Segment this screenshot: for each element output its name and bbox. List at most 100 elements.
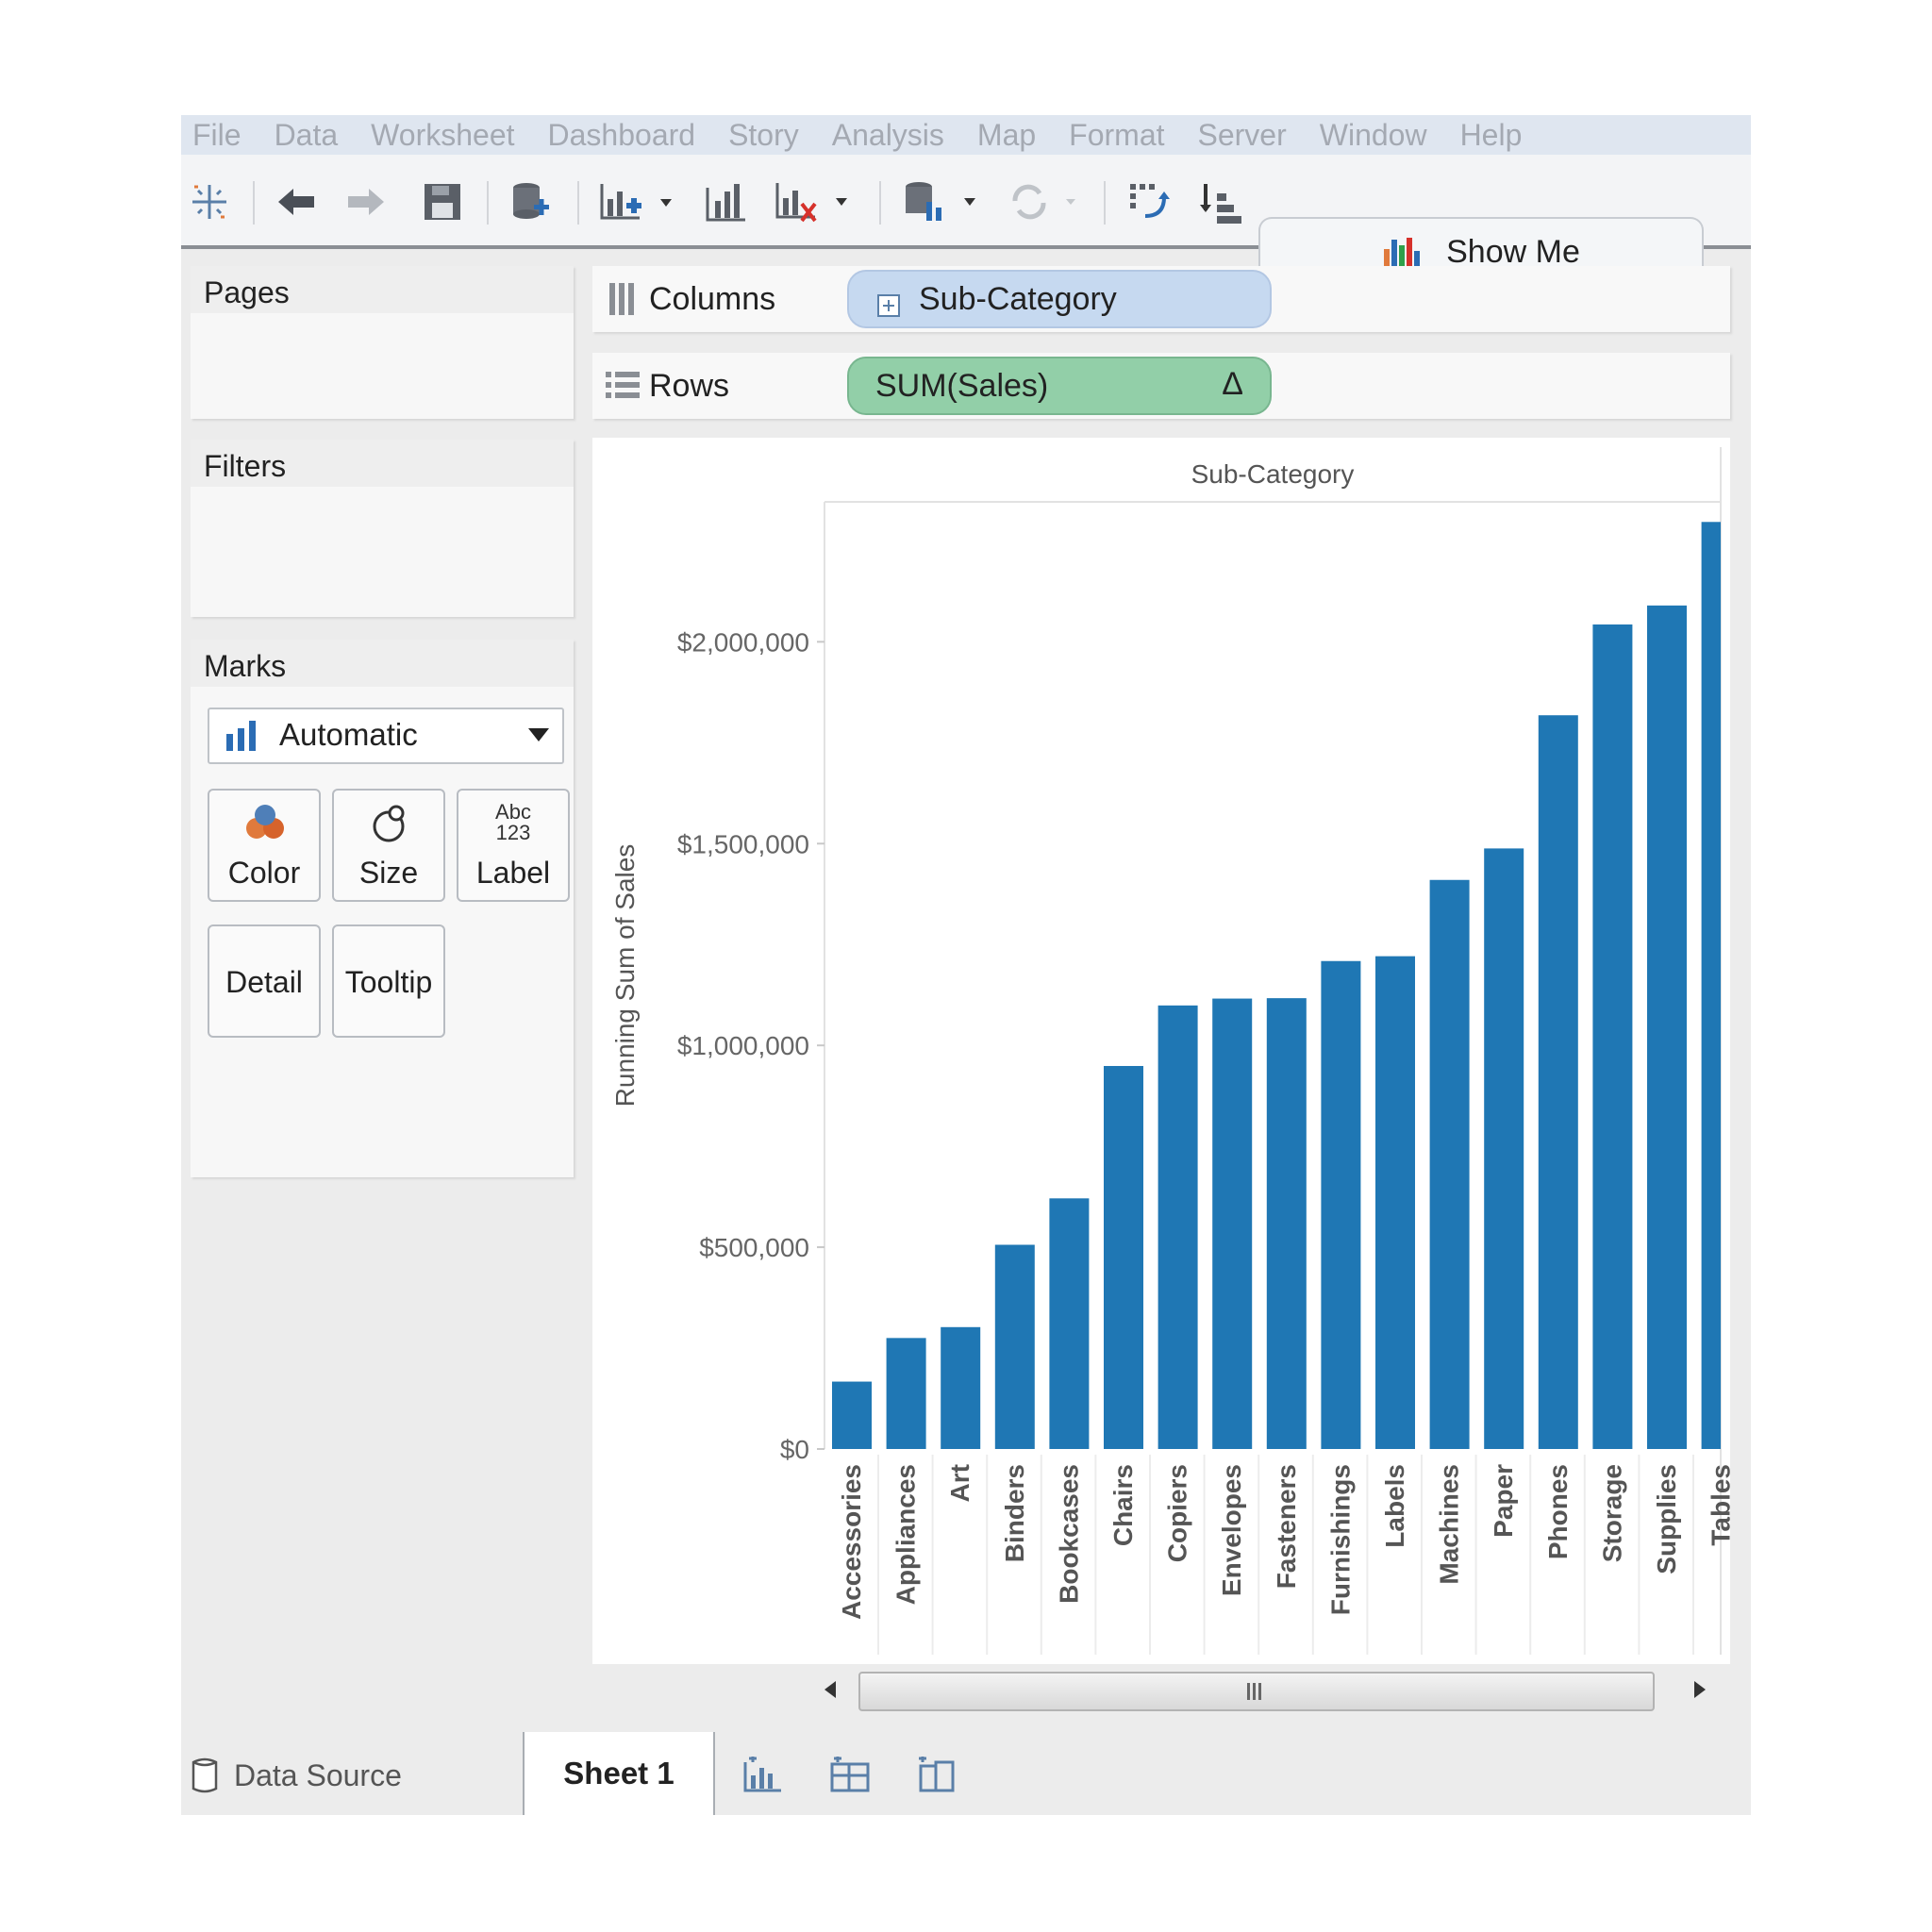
size-icon: [370, 802, 409, 851]
x-tick-label: Art: [945, 1464, 974, 1502]
duplicate-sheet-icon[interactable]: [702, 179, 755, 225]
tableau-logo-icon[interactable]: [187, 179, 232, 225]
size-button[interactable]: Size: [332, 789, 445, 902]
redo-arrow-icon[interactable]: [341, 179, 391, 225]
save-icon[interactable]: [419, 179, 466, 225]
mark-type-dropdown[interactable]: Automatic: [208, 708, 564, 764]
horizontal-scrollbar[interactable]: [824, 1668, 1706, 1713]
y-tick-label: $2,000,000: [677, 627, 809, 657]
sheet-tab-bar: Data Source Sheet 1: [181, 1732, 1751, 1815]
color-label: Color: [227, 856, 301, 890]
x-tick-label: Tables: [1707, 1464, 1730, 1546]
chevron-down-icon: [528, 728, 549, 746]
bar: [1647, 605, 1687, 1449]
menu-help[interactable]: Help: [1449, 118, 1544, 153]
refresh-icon[interactable]: [1004, 179, 1089, 225]
detail-button[interactable]: Detail: [208, 924, 321, 1038]
sum-sales-pill[interactable]: SUM(Sales) Δ: [847, 357, 1272, 415]
x-tick-label: Chairs: [1108, 1464, 1138, 1546]
bar-chart-icon: [225, 721, 260, 756]
marks-card: Marks Automatic Color Size Abc 123 Label…: [191, 640, 574, 1177]
label-icon-abc: Abc: [495, 800, 531, 824]
menu-dashboard[interactable]: Dashboard: [537, 118, 718, 153]
menu-server[interactable]: Server: [1187, 118, 1308, 153]
bar: [1538, 715, 1578, 1449]
bar: [1701, 522, 1721, 1449]
marks-title: Marks: [204, 649, 287, 683]
bar: [1375, 956, 1415, 1449]
data-source-tab[interactable]: Data Source: [181, 1736, 521, 1815]
sort-ascending-icon[interactable]: [1194, 179, 1245, 225]
bar: [832, 1381, 872, 1449]
scroll-right-arrow-icon[interactable]: [1692, 1681, 1706, 1703]
label-label: Label: [475, 856, 551, 890]
pages-shelf[interactable]: Pages: [191, 266, 574, 419]
bar: [1429, 879, 1470, 1449]
scrollbar-thumb[interactable]: [858, 1672, 1655, 1711]
clear-sheet-icon[interactable]: [772, 179, 857, 225]
x-tick-label: Storage: [1597, 1464, 1626, 1562]
new-data-source-icon[interactable]: [506, 179, 555, 225]
x-tick-label: Paper: [1489, 1464, 1518, 1538]
expand-plus-icon: [877, 289, 900, 325]
rows-label: Rows: [649, 368, 730, 404]
scroll-left-arrow-icon[interactable]: [824, 1681, 838, 1703]
menu-data[interactable]: Data: [263, 118, 360, 153]
show-me-label: Show Me: [1446, 233, 1580, 270]
bar: [1484, 848, 1524, 1449]
new-worksheet-icon[interactable]: [596, 179, 681, 225]
undo-arrow-icon[interactable]: [272, 179, 321, 225]
mark-type-value: Automatic: [279, 717, 418, 752]
bar: [1212, 998, 1253, 1449]
x-tick-label: Appliances: [891, 1464, 921, 1605]
tooltip-button[interactable]: Tooltip: [332, 924, 445, 1038]
tooltip-label: Tooltip: [344, 965, 433, 999]
bar: [1592, 624, 1633, 1449]
rows-icon: [604, 370, 641, 405]
label-button[interactable]: Abc 123 Label: [457, 789, 570, 902]
data-source-label: Data Source: [234, 1757, 402, 1792]
color-button[interactable]: Color: [208, 789, 321, 902]
delta-icon: Δ: [1222, 366, 1243, 402]
toolbar: Show Me: [181, 155, 1751, 285]
menu-file[interactable]: File: [181, 118, 263, 153]
columns-label: Columns: [649, 281, 776, 317]
columns-icon: [608, 281, 638, 320]
sheet-1-label: Sheet 1: [563, 1756, 675, 1790]
menu-story[interactable]: Story: [717, 118, 821, 153]
x-tick-label: Phones: [1543, 1464, 1573, 1559]
bar: [994, 1244, 1035, 1449]
bar: [1049, 1198, 1090, 1449]
y-tick-label: $1,000,000: [677, 1031, 809, 1060]
x-tick-label: Bookcases: [1054, 1464, 1083, 1604]
x-tick-label: Supplies: [1652, 1464, 1681, 1574]
y-tick-label: $500,000: [699, 1233, 809, 1262]
sub-category-pill[interactable]: Sub-Category: [847, 270, 1272, 328]
size-label: Size: [358, 856, 419, 890]
sheet-1-tab[interactable]: Sheet 1: [523, 1732, 715, 1815]
menu-format[interactable]: Format: [1058, 118, 1186, 153]
rows-shelf[interactable]: Rows SUM(Sales) Δ: [592, 353, 1730, 419]
x-tick-label: Accessories: [837, 1464, 866, 1620]
bar: [941, 1326, 981, 1449]
scroll-grip-icon: [1245, 1683, 1264, 1705]
menu-map[interactable]: Map: [966, 118, 1058, 153]
new-worksheet-tab-icon[interactable]: [741, 1755, 785, 1794]
database-icon: [191, 1757, 219, 1794]
bar: [1321, 960, 1361, 1449]
x-tick-label: Fasteners: [1272, 1464, 1301, 1589]
color-icon: [243, 802, 287, 851]
run-update-icon[interactable]: [900, 179, 985, 225]
columns-shelf[interactable]: Columns Sub-Category: [592, 266, 1730, 332]
menu-window[interactable]: Window: [1308, 118, 1449, 153]
filters-shelf[interactable]: Filters: [191, 440, 574, 617]
swap-rows-columns-icon[interactable]: [1124, 179, 1175, 225]
new-dashboard-tab-icon[interactable]: [828, 1755, 872, 1794]
y-axis-title: Running Sum of Sales: [610, 844, 640, 1108]
menu-worksheet[interactable]: Worksheet: [359, 118, 536, 153]
new-story-tab-icon[interactable]: [915, 1755, 958, 1794]
tableau-window: File Data Worksheet Dashboard Story Anal…: [181, 115, 1751, 1815]
bar: [1104, 1065, 1143, 1449]
menu-analysis[interactable]: Analysis: [821, 118, 966, 153]
x-tick-label: Labels: [1380, 1464, 1409, 1548]
